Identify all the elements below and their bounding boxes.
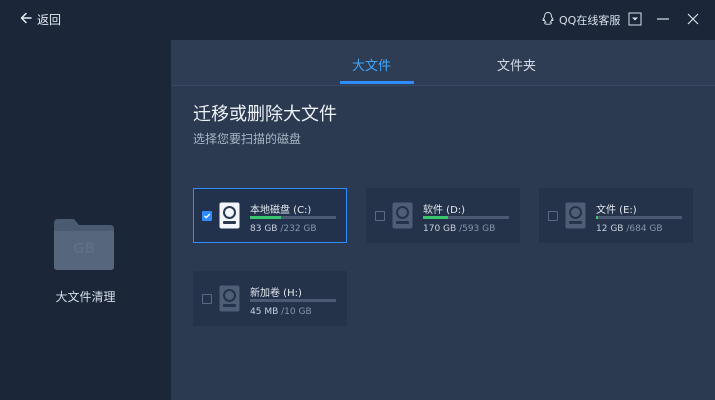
hard-drive-icon — [565, 202, 586, 229]
drive-c-size: 83 GB /232 GB — [250, 224, 317, 234]
menu-dropdown-button[interactable] — [628, 12, 642, 26]
drive-h-total: /10 GB — [281, 307, 312, 317]
hard-drive-icon — [392, 202, 413, 229]
drive-h-usage-bar — [250, 299, 336, 302]
sidebar-label: 大文件清理 — [55, 290, 116, 304]
arrow-left-icon — [20, 12, 32, 27]
page-subtitle: 选择您要扫描的磁盘 — [193, 132, 302, 146]
drive-card-c[interactable]: 本地磁盘 (C:) 83 GB /232 GB — [193, 188, 347, 243]
close-icon — [686, 12, 700, 26]
drive-h-name: 新加卷 (H:) — [250, 288, 302, 299]
qq-penguin-icon — [541, 11, 555, 29]
drive-e-total: /684 GB — [626, 224, 663, 234]
drive-d-name: 软件 (D:) — [423, 205, 466, 216]
drive-d-usage-fill — [423, 216, 448, 219]
drive-d-total: /593 GB — [459, 224, 496, 234]
close-button[interactable] — [686, 12, 700, 26]
page-title: 迁移或删除大文件 — [193, 104, 337, 125]
drive-card-d[interactable]: 软件 (D:) 170 GB /593 GB — [366, 188, 520, 243]
hard-drive-icon — [219, 202, 240, 229]
tab-large-files[interactable]: 大文件 — [340, 55, 414, 84]
drive-c-used: 83 GB — [250, 224, 278, 234]
tab-folders-label: 文件夹 — [497, 59, 537, 74]
drive-c-usage-fill — [250, 216, 281, 219]
drive-e-usage-bar — [596, 216, 682, 219]
drive-e-checkbox[interactable] — [548, 211, 558, 221]
drive-c-usage-bar — [250, 216, 336, 219]
tab-bar: 大文件 文件夹 — [171, 40, 715, 86]
drive-e-used: 12 GB — [596, 224, 624, 234]
hard-drive-icon — [219, 285, 240, 312]
dropdown-menu-icon — [628, 12, 642, 26]
qq-support-button[interactable]: QQ在线客服 — [541, 11, 620, 29]
drive-d-usage-bar — [423, 216, 509, 219]
tab-folders[interactable]: 文件夹 — [497, 55, 536, 74]
tab-active-indicator — [340, 81, 414, 84]
minimize-button[interactable] — [656, 12, 670, 26]
drive-c-checkbox[interactable] — [202, 211, 212, 221]
drive-h-checkbox[interactable] — [202, 294, 212, 304]
drive-c-name: 本地磁盘 (C:) — [250, 205, 312, 216]
drive-card-e[interactable]: 文件 (E:) 12 GB /684 GB — [539, 188, 693, 243]
drive-c-total: /232 GB — [280, 224, 317, 234]
drive-card-h[interactable]: 新加卷 (H:) 45 MB /10 GB — [193, 271, 347, 326]
title-bar: 返回 QQ在线客服 — [0, 0, 715, 40]
minimize-icon — [656, 12, 670, 26]
back-label: 返回 — [37, 13, 62, 27]
back-button[interactable]: 返回 — [20, 11, 61, 28]
drive-h-size: 45 MB /10 GB — [250, 307, 312, 317]
drive-d-size: 170 GB /593 GB — [423, 224, 495, 234]
drive-e-usage-fill — [596, 216, 598, 219]
folder-label: GB — [72, 241, 96, 257]
drive-e-size: 12 GB /684 GB — [596, 224, 663, 234]
folder-icon: GB — [52, 217, 116, 272]
drive-h-used: 45 MB — [250, 307, 279, 317]
qq-support-label: QQ在线客服 — [559, 14, 621, 27]
drive-e-name: 文件 (E:) — [596, 205, 637, 216]
drive-d-used: 170 GB — [423, 224, 457, 234]
drive-d-checkbox[interactable] — [375, 211, 385, 221]
main-panel: 大文件 文件夹 迁移或删除大文件 选择您要扫描的磁盘 本地磁盘 (C:) 83 … — [171, 40, 715, 400]
tab-large-files-label: 大文件 — [352, 59, 392, 74]
